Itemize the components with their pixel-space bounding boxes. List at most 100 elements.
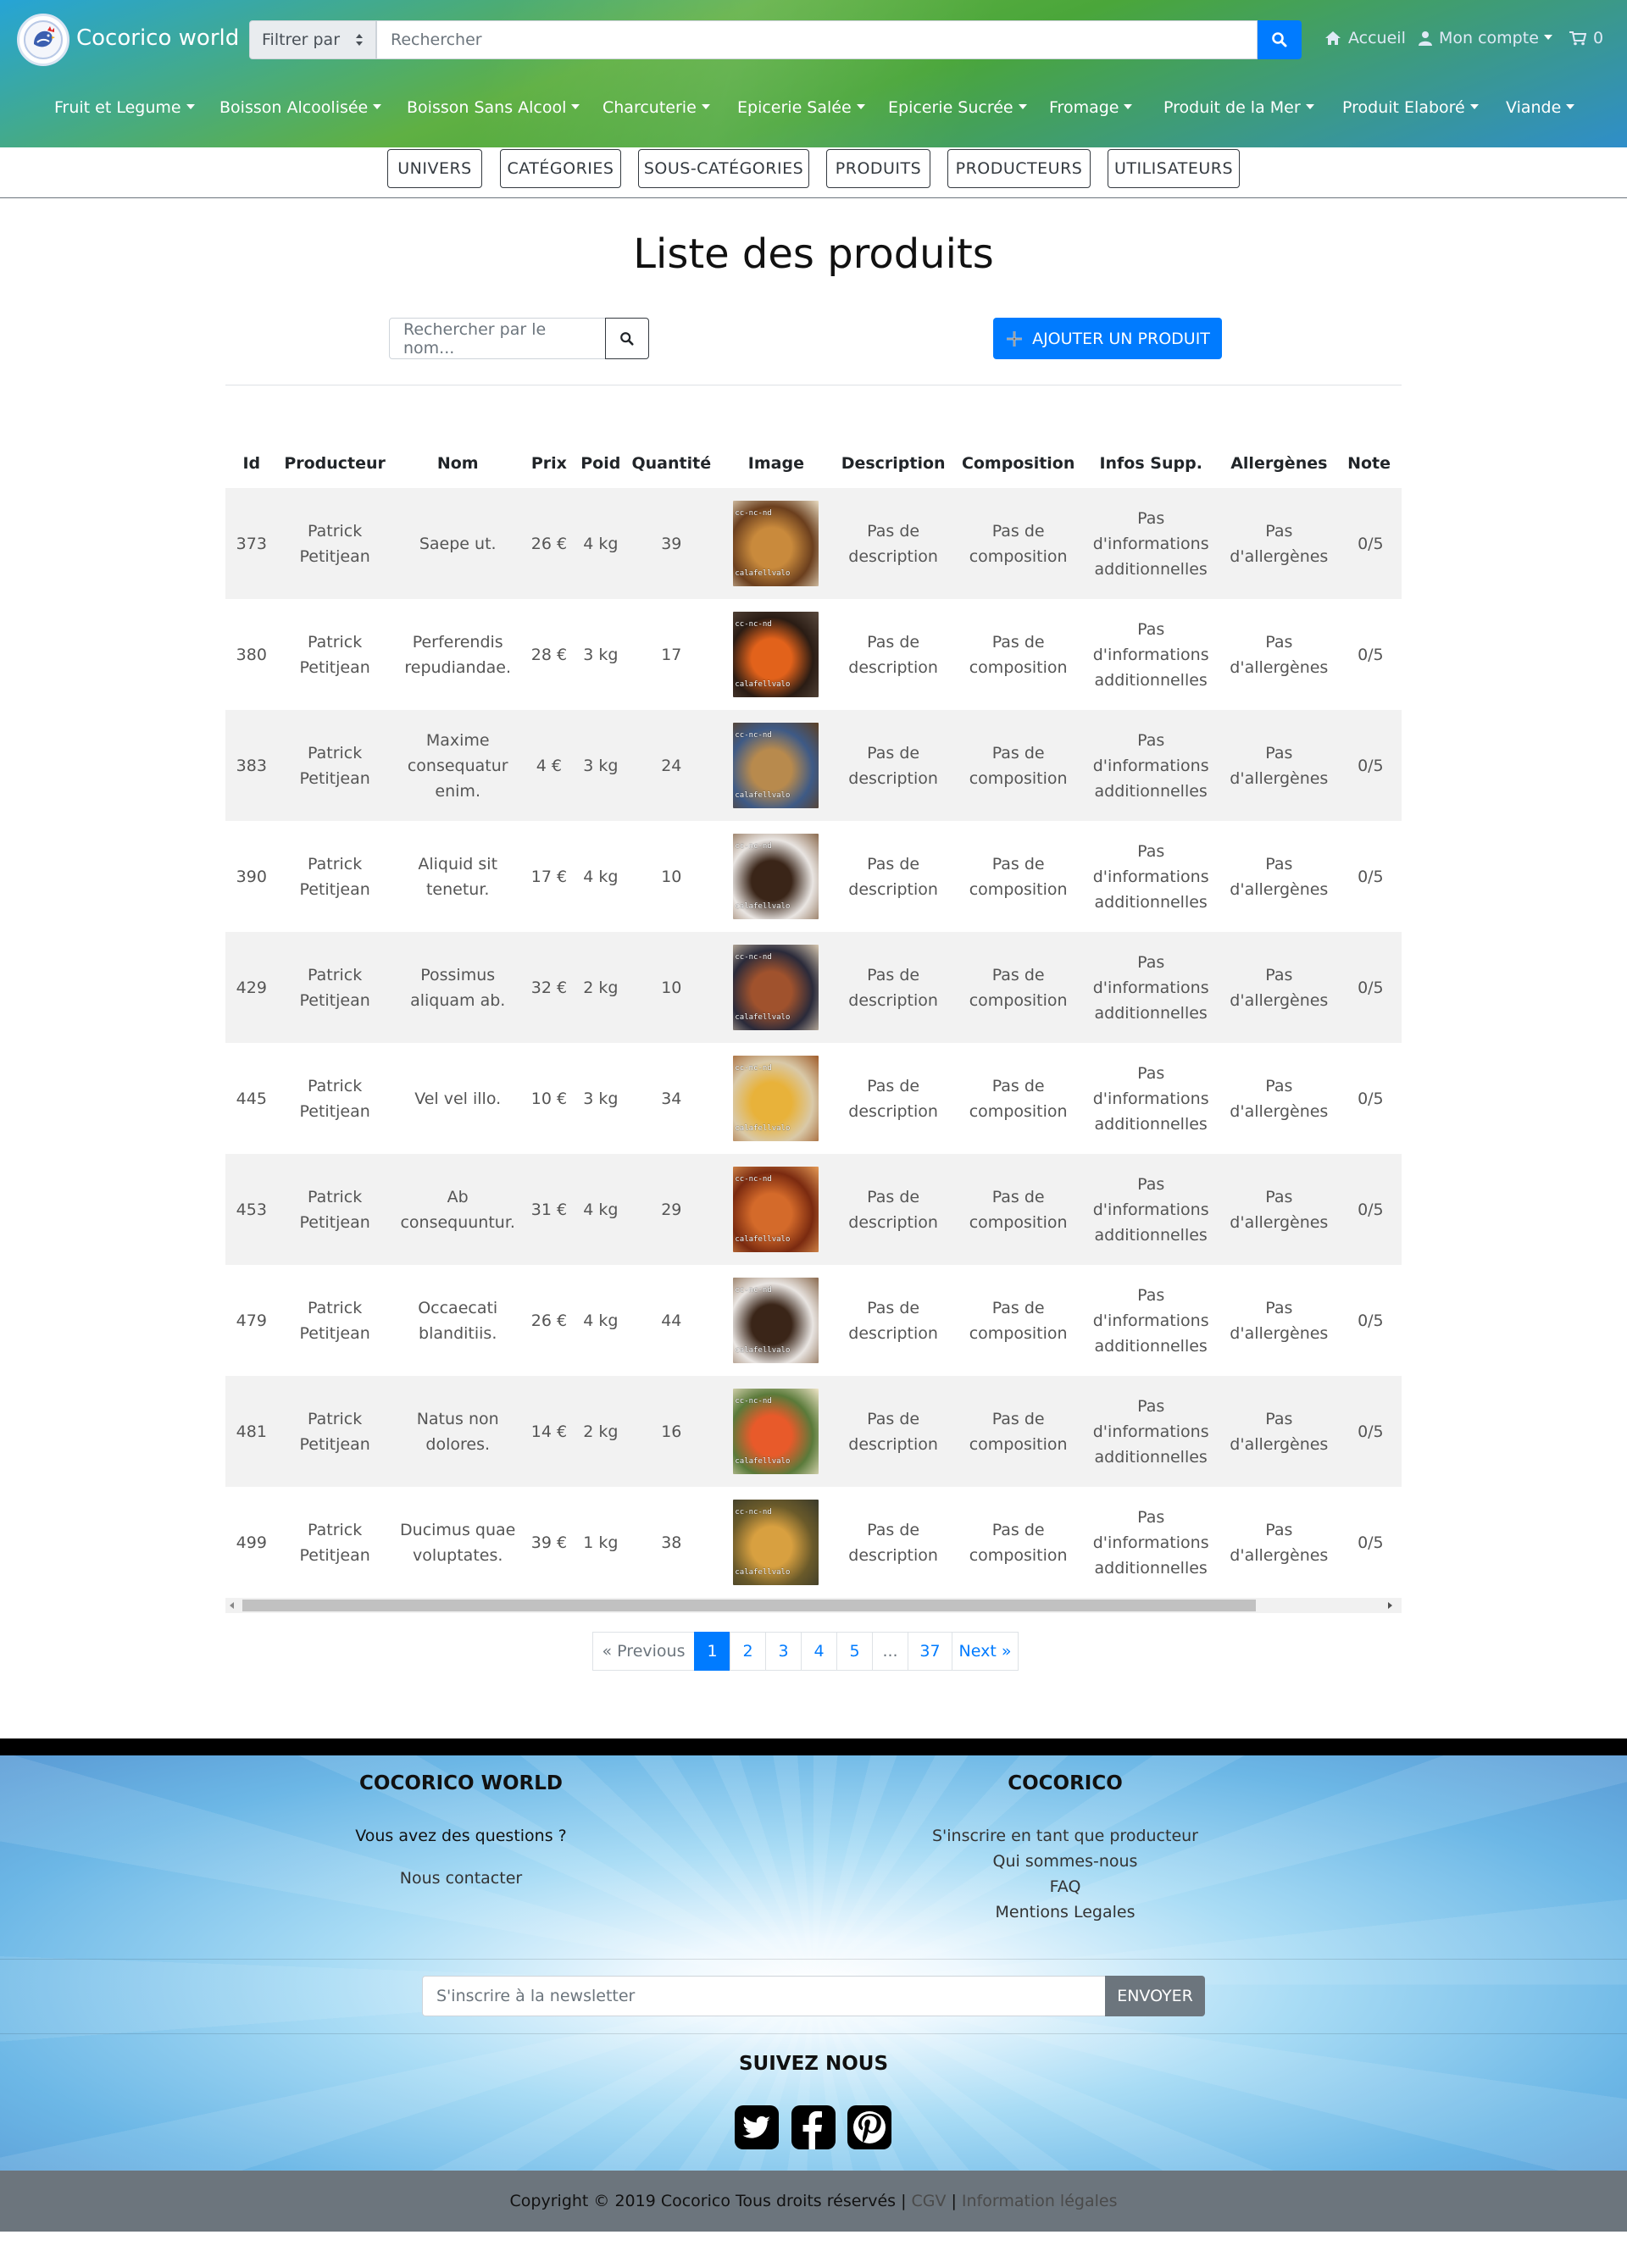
category-fromage[interactable]: Fromage <box>1049 98 1132 117</box>
pagination-page-1[interactable]: 1 <box>694 1632 730 1671</box>
pagination-next[interactable]: Next » <box>952 1632 1019 1671</box>
footer-link-legal[interactable]: Mentions Legales <box>896 1903 1235 1921</box>
category-boisson-alcoolisee[interactable]: Boisson Alcoolisée <box>219 98 381 117</box>
category-nav: Fruit et Legume Boisson Alcoolisée Boiss… <box>0 98 1627 122</box>
pagination: « Previous 1 2 3 4 5 ... 37 Next » <box>592 1632 1019 1671</box>
category-epicerie-sucree[interactable]: Epicerie Sucrée <box>888 98 1027 117</box>
product-image[interactable]: cc-nc-nd calafellvalo <box>733 501 819 586</box>
category-charcuterie[interactable]: Charcuterie <box>602 98 710 117</box>
cell-id: 453 <box>225 1154 278 1265</box>
newsletter-input[interactable]: S'inscrire à la newsletter <box>422 1976 1107 2016</box>
pagination-page-4[interactable]: 4 <box>801 1632 837 1671</box>
cell-allergens: Pas d'allergènes <box>1230 1520 1329 1565</box>
newsletter-send-button[interactable]: ENVOYER <box>1105 1976 1205 2016</box>
admin-tab-sous-categories[interactable]: SOUS-CATÉGORIES <box>638 149 809 188</box>
admin-tab-categories[interactable]: CATÉGORIES <box>500 149 621 188</box>
product-image[interactable]: cc-nc-nd calafellvalo <box>733 1500 819 1585</box>
cell-note: 0/5 <box>1358 1533 1384 1552</box>
table-row: 445 Patrick Petitjean Vel vel illo. 10 € 3 k… <box>225 1043 1402 1154</box>
pagination-page-37[interactable]: 37 <box>908 1632 952 1671</box>
copyright-bar: Copyright © 2019 Cocorico Tous droits ré… <box>0 2171 1627 2232</box>
table-header-row: Id Producteur Nom Prix Poid Quantité Ima… <box>225 439 1402 488</box>
product-image[interactable]: cc-nc-nd calafellvalo <box>733 834 819 919</box>
cell-producer: Patrick Petitjean <box>299 1298 370 1343</box>
twitter-icon[interactable] <box>734 2104 780 2150</box>
cell-infos: Pas d'informations additionnelles <box>1086 932 1216 1043</box>
logo[interactable] <box>17 14 69 66</box>
pagination-page-3[interactable]: 3 <box>765 1632 802 1671</box>
category-fruit-legume[interactable]: Fruit et Legume <box>54 98 195 117</box>
product-image[interactable]: cc-nc-nd calafellvalo <box>733 1278 819 1363</box>
horizontal-scrollbar[interactable] <box>225 1598 1402 1613</box>
pinterest-icon[interactable] <box>847 2104 892 2150</box>
category-viande[interactable]: Viande <box>1506 98 1574 117</box>
search-button[interactable] <box>1258 20 1302 59</box>
scroll-right-icon[interactable] <box>1388 1602 1392 1609</box>
facebook-icon[interactable] <box>791 2104 836 2150</box>
pagination-page-2[interactable]: 2 <box>730 1632 766 1671</box>
search-placeholder: Rechercher <box>391 30 482 49</box>
cell-producer: Patrick Petitjean <box>299 1520 370 1565</box>
cell-note: 0/5 <box>1342 710 1402 821</box>
footer-link-faq[interactable]: FAQ <box>896 1877 1235 1896</box>
add-product-button[interactable]: AJOUTER UN PRODUIT <box>993 318 1222 359</box>
product-image[interactable]: cc-nc-nd calafellvalo <box>733 1167 819 1252</box>
table-row: 390 Patrick Petitjean Aliquid sit tenetur.… <box>225 821 1402 932</box>
cell-producer: Patrick Petitjean <box>277 932 392 1043</box>
category-produit-de-la-mer[interactable]: Produit de la Mer <box>1163 98 1314 117</box>
legal-info-link[interactable]: Information légales <box>962 2192 1118 2210</box>
name-search-input[interactable]: Rechercher par le nom... <box>389 318 606 359</box>
brand-name[interactable]: Cocorico world <box>76 24 239 53</box>
name-search-button[interactable] <box>605 318 649 359</box>
cart-link[interactable]: 0 <box>1569 29 1603 47</box>
category-boisson-sans-alcool[interactable]: Boisson Sans Alcool <box>407 98 580 117</box>
admin-tab-produits[interactable]: PRODUITS <box>826 149 930 188</box>
filter-select-label: Filtrer par <box>262 30 341 49</box>
cell-description: Pas de description <box>836 1376 951 1487</box>
cell-description: Pas de description <box>836 932 951 1043</box>
cell-price: 32 € <box>523 932 575 1043</box>
admin-tab-producteurs[interactable]: PRODUCTEURS <box>947 149 1091 188</box>
admin-tab-univers[interactable]: UNIVERS <box>387 149 482 188</box>
footer-contact-link[interactable]: Nous contacter <box>292 1869 630 1888</box>
cell-name: Natus non dolores. <box>391 1376 524 1487</box>
pagination-page-5[interactable]: 5 <box>836 1632 873 1671</box>
cell-quantity: 10 <box>626 932 717 1043</box>
products-table-container[interactable]: Id Producteur Nom Prix Poid Quantité Ima… <box>225 439 1402 1598</box>
category-produit-elabore[interactable]: Produit Elaboré <box>1342 98 1479 117</box>
cell-name: Perferendis repudiandae. <box>404 632 512 677</box>
account-menu[interactable]: Mon compte <box>1419 29 1552 47</box>
cell-quantity: 44 <box>661 1311 682 1330</box>
cell-weight: 4 kg <box>575 1154 627 1265</box>
footer-link-about[interactable]: Qui sommes-nous <box>896 1852 1235 1871</box>
product-image[interactable]: cc-nc-nd calafellvalo <box>733 723 819 808</box>
admin-tab-utilisateurs[interactable]: UTILISATEURS <box>1108 149 1240 188</box>
scroll-left-icon[interactable] <box>230 1602 234 1609</box>
cell-allergens: Pas d'allergènes <box>1230 1298 1329 1343</box>
product-image[interactable]: cc-nc-nd calafellvalo <box>733 945 819 1030</box>
col-image: Image <box>747 454 804 473</box>
cell-id: 383 <box>225 710 278 821</box>
cell-image: cc-nc-nd calafellvalo <box>716 1043 836 1154</box>
cell-id: 390 <box>236 867 267 886</box>
cell-description: Pas de description <box>848 632 938 677</box>
pagination-previous[interactable]: « Previous <box>592 1632 695 1671</box>
search-input[interactable]: Rechercher <box>376 20 1258 59</box>
category-epicerie-salee[interactable]: Epicerie Salée <box>737 98 865 117</box>
cgv-link[interactable]: CGV <box>912 2192 947 2210</box>
cell-allergens: Pas d'allergènes <box>1215 1376 1343 1487</box>
rooster-logo-icon <box>24 20 63 59</box>
product-image[interactable]: cc-nc-nd calafellvalo <box>733 1056 819 1141</box>
filter-select[interactable]: Filtrer par <box>249 20 376 59</box>
scrollbar-thumb[interactable] <box>242 1600 1256 1611</box>
image-license-label: cc-nc-nd <box>735 1064 772 1073</box>
home-link[interactable]: Accueil <box>1324 29 1406 47</box>
cell-quantity: 38 <box>661 1533 682 1552</box>
cell-note: 0/5 <box>1358 645 1384 664</box>
product-image[interactable]: cc-nc-nd calafellvalo <box>733 1389 819 1474</box>
footer-link-producer-signup[interactable]: S'inscrire en tant que producteur <box>896 1827 1235 1845</box>
col-poid: Poid <box>580 454 621 473</box>
cell-allergens: Pas d'allergènes <box>1230 632 1329 677</box>
product-image[interactable]: cc-nc-nd calafellvalo <box>733 612 819 697</box>
cell-quantity: 39 <box>626 488 717 599</box>
